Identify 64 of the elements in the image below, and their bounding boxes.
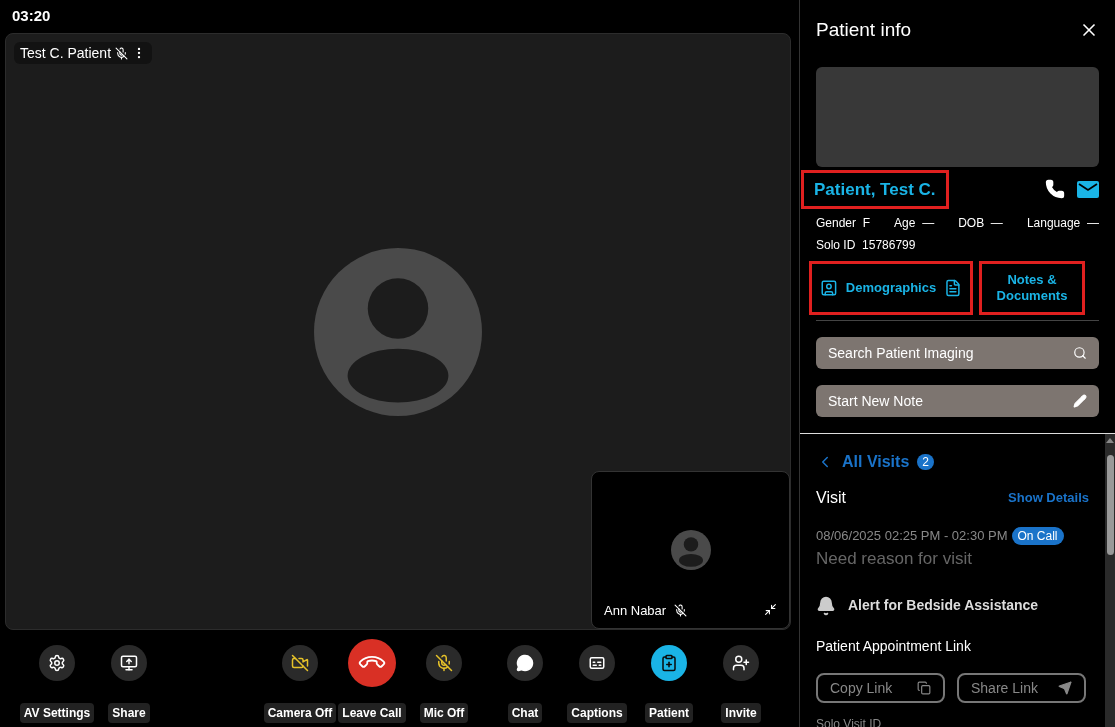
share-link-button[interactable]: Share Link bbox=[957, 673, 1086, 703]
add-person-icon bbox=[732, 654, 750, 672]
invite-button[interactable] bbox=[723, 645, 759, 681]
call-timer: 03:20 bbox=[12, 6, 51, 27]
patient-button[interactable] bbox=[651, 645, 687, 681]
show-details-link[interactable]: Show Details bbox=[1008, 488, 1089, 508]
chat-button[interactable] bbox=[507, 645, 543, 681]
minimize-icon[interactable] bbox=[764, 603, 777, 616]
mail-icon[interactable] bbox=[1077, 180, 1099, 198]
control-label: Invite bbox=[721, 703, 761, 723]
count-badge: 2 bbox=[917, 454, 934, 470]
chat-bubble-icon bbox=[516, 654, 534, 672]
control-label: Leave Call bbox=[338, 703, 406, 723]
status-badge: On Call bbox=[1011, 526, 1064, 545]
control-label: Patient bbox=[645, 703, 693, 723]
visit-label: Visit bbox=[816, 488, 846, 508]
camera-off-icon bbox=[291, 654, 309, 672]
control-label: Chat bbox=[507, 703, 543, 723]
avatar-icon bbox=[314, 247, 482, 416]
participant-name: Test C. Patient bbox=[20, 43, 112, 63]
leave-button[interactable] bbox=[348, 639, 396, 687]
panel-title: Patient info bbox=[816, 18, 912, 42]
section-title: Patient Appointment Link bbox=[816, 637, 972, 656]
upload-icon bbox=[120, 654, 138, 672]
bell-icon[interactable] bbox=[816, 595, 836, 616]
patient-field: Language — bbox=[1026, 214, 1099, 232]
copy-link-button[interactable]: Copy Link bbox=[816, 673, 945, 703]
send-icon bbox=[1058, 681, 1072, 695]
captions-button[interactable] bbox=[579, 645, 615, 681]
alert-label: Alert for Bedside Assistance bbox=[848, 596, 1039, 615]
tab[interactable]: Demographics bbox=[812, 264, 970, 312]
participant-name: Ann Nabar bbox=[604, 601, 667, 620]
share-button[interactable] bbox=[111, 645, 147, 681]
all-visits-link[interactable]: All Visits bbox=[842, 450, 910, 474]
visit-time: 08/06/2025 02:25 PM - 02:30 PM bbox=[816, 527, 1008, 545]
solo-id: Solo ID 15786799 bbox=[816, 237, 917, 254]
patient-field: DOB — bbox=[958, 214, 1003, 232]
settings-button[interactable] bbox=[39, 645, 75, 681]
control-label: Share bbox=[108, 703, 150, 723]
captions-icon bbox=[588, 654, 606, 672]
mic-off-icon bbox=[435, 654, 453, 672]
settings-icon bbox=[48, 654, 66, 672]
document-icon bbox=[944, 278, 962, 298]
patient-field: Gender F bbox=[816, 214, 871, 232]
control-label: AV Settings bbox=[19, 703, 95, 723]
tab[interactable]: Notes & Documents bbox=[982, 264, 1082, 312]
new-note-button[interactable]: Start New Note bbox=[816, 385, 1099, 417]
scrollbar[interactable] bbox=[1105, 434, 1115, 727]
control-label: Mic Off bbox=[419, 703, 469, 723]
pencil-icon bbox=[1073, 394, 1087, 408]
camera-button[interactable] bbox=[282, 645, 318, 681]
avatar-icon bbox=[670, 530, 711, 570]
copy-icon bbox=[917, 681, 931, 695]
control-label: Camera Off bbox=[263, 703, 337, 723]
visit-reason: Need reason for visit bbox=[816, 547, 973, 570]
phone-icon[interactable] bbox=[1045, 179, 1065, 200]
search-icon bbox=[1073, 346, 1087, 360]
patient-field: Age — bbox=[894, 214, 935, 232]
patient-name: Patient, Test C. bbox=[804, 172, 946, 206]
control-label: Captions bbox=[567, 703, 627, 723]
search-field[interactable]: Search Patient Imaging bbox=[816, 337, 1099, 369]
clipboard-plus-icon bbox=[660, 654, 678, 672]
id-badge-icon bbox=[820, 278, 838, 298]
mic-button[interactable] bbox=[426, 645, 462, 681]
